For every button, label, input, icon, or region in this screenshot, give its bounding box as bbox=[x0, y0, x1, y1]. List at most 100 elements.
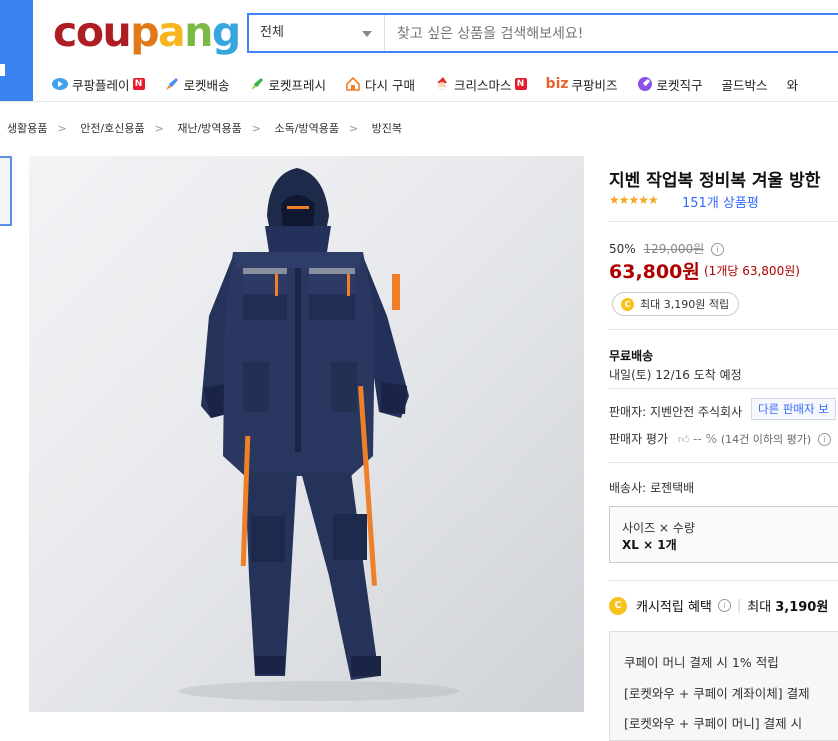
cash-benefit-row: C 캐시적립 혜택 i | 최대 3,190원 bbox=[609, 596, 828, 615]
star-rating: ★★★★★ bbox=[609, 193, 659, 207]
nav-label: 쿠팡비즈 bbox=[571, 77, 618, 93]
divider-bar: | bbox=[736, 598, 742, 613]
divider bbox=[609, 329, 838, 330]
nav-item-rocket-delivery[interactable]: 로켓배송 bbox=[164, 75, 230, 94]
nav-item-coupang-biz[interactable]: biz 쿠팡비즈 bbox=[546, 75, 618, 94]
logo-letter: p bbox=[130, 8, 159, 56]
seller-rating-row: 판매자 평가 👍︎ -- % (14건 이하의 평가) i bbox=[609, 430, 832, 447]
cash-benefit-label: 캐시적립 혜택 bbox=[636, 600, 712, 615]
unit-price: (1개당 63,800원) bbox=[704, 264, 800, 278]
menu-marker bbox=[0, 64, 5, 76]
other-sellers-button[interactable]: 다른 판매자 보 bbox=[751, 398, 836, 420]
nav-item-rocket-global[interactable]: 로켓직구 bbox=[637, 75, 703, 94]
nav-label: 쿠팡플레이 bbox=[72, 77, 130, 93]
santa-icon bbox=[437, 77, 448, 90]
coupang-logo[interactable]: coupang bbox=[53, 8, 241, 56]
carrier-row: 배송사: 로젠택배 bbox=[609, 479, 694, 496]
biz-icon: biz bbox=[545, 76, 569, 92]
search-category-label: 전체 bbox=[260, 25, 284, 40]
option-value: XL × 1개 bbox=[622, 538, 677, 552]
nav-label: 로켓프레시 bbox=[268, 77, 327, 93]
breadcrumb-item[interactable]: 안전/호신용품 bbox=[80, 122, 144, 135]
rocket-global-icon bbox=[637, 77, 652, 91]
carrier-label: 배송사: bbox=[609, 481, 647, 495]
nav-item-goldbox[interactable]: 골드박스 bbox=[722, 75, 768, 94]
info-icon[interactable]: i bbox=[711, 243, 724, 256]
nav-label: 로켓직구 bbox=[656, 77, 703, 93]
benefit-item: [로켓와우 + 쿠페이 머니] 결제 시 bbox=[624, 716, 803, 731]
nav-item-more[interactable]: 와 bbox=[787, 75, 799, 94]
discount-row: 50% 129,000원 i bbox=[609, 240, 724, 257]
coin-icon: C bbox=[609, 596, 627, 615]
nav-item-coupang-play[interactable]: 쿠팡플레이 N bbox=[52, 75, 145, 94]
nav-label: 다시 구매 bbox=[365, 77, 416, 93]
breadcrumb-item[interactable]: 방진복 bbox=[372, 122, 402, 135]
option-selector[interactable]: 사이즈 × 수량 XL × 1개 bbox=[609, 506, 838, 563]
nav-item-rocket-fresh[interactable]: 로켓프레시 bbox=[249, 75, 327, 94]
product-title: 지벤 작업복 정비복 겨울 방한 bbox=[609, 171, 821, 191]
breadcrumb-item[interactable]: 재난/방역용품 bbox=[177, 122, 241, 135]
nav-label: 와 bbox=[786, 77, 799, 93]
cash-reward-text: 최대 3,190원 적립 bbox=[640, 298, 730, 311]
seller-name[interactable]: 지벤안전 주식회사 bbox=[650, 405, 742, 419]
breadcrumb-separator: > bbox=[154, 122, 164, 135]
left-sidebar-strip[interactable] bbox=[0, 0, 33, 101]
new-badge: N bbox=[514, 78, 527, 90]
sale-price: 63,800원 bbox=[609, 261, 700, 283]
nav-label: 골드박스 bbox=[721, 77, 768, 93]
search-category-select[interactable]: 전체 bbox=[249, 15, 385, 51]
logo-letter: g bbox=[211, 8, 241, 56]
benefit-item: 쿠페이 머니 결제 시 1% 적립 bbox=[624, 655, 779, 670]
seller-rating-value: -- % bbox=[693, 432, 718, 446]
rocket-fresh-icon bbox=[250, 78, 263, 90]
breadcrumb-item[interactable]: 생활용품 bbox=[7, 122, 47, 135]
product-image[interactable] bbox=[29, 156, 584, 712]
product-thumbnail[interactable] bbox=[0, 156, 12, 226]
nav-label: 로켓배송 bbox=[183, 77, 230, 93]
rocket-icon bbox=[165, 78, 178, 90]
logo-letter: n bbox=[184, 8, 213, 56]
seller-rating-label: 판매자 평가 bbox=[609, 432, 669, 446]
cash-reward-badge: C 최대 3,190원 적립 bbox=[612, 292, 740, 316]
nav-item-rebuy[interactable]: 다시 구매 bbox=[345, 75, 415, 94]
divider bbox=[609, 221, 838, 222]
cash-benefit-value: 3,190원 bbox=[775, 600, 829, 615]
rebuy-icon bbox=[346, 76, 360, 91]
divider bbox=[609, 580, 838, 581]
search-input[interactable] bbox=[395, 15, 838, 53]
breadcrumb-separator: > bbox=[348, 122, 359, 135]
new-badge: N bbox=[132, 78, 145, 90]
arrival-date: 내일(토) 12/16 도착 예정 bbox=[609, 368, 742, 382]
breadcrumb-separator: > bbox=[57, 122, 67, 135]
thumbs-up-icon: 👍︎ bbox=[677, 433, 690, 446]
info-icon[interactable]: i bbox=[818, 433, 832, 446]
category-nav: 쿠팡플레이 N 로켓배송 로켓프레시 다시 구매 크리스마스 N biz 쿠팡비… bbox=[52, 72, 817, 96]
coverall-illustration bbox=[179, 168, 459, 701]
seller-rating-note: (14건 이하의 평가) bbox=[720, 433, 812, 446]
chevron-down-icon bbox=[362, 31, 372, 37]
shipping-label: 무료배송 bbox=[609, 349, 654, 363]
coupang-play-icon bbox=[52, 78, 68, 90]
logo-letter: a bbox=[158, 8, 186, 56]
seller-label: 판매자: bbox=[609, 405, 647, 419]
header-divider bbox=[0, 101, 838, 102]
carrier-name: 로젠택배 bbox=[650, 481, 695, 495]
benefit-list: 쿠페이 머니 결제 시 1% 적립 [로켓와우 + 쿠페이 계좌이체] 결제 [… bbox=[609, 631, 838, 741]
original-price: 129,000원 bbox=[643, 242, 705, 256]
benefit-item: [로켓와우 + 쿠페이 계좌이체] 결제 bbox=[624, 686, 810, 701]
cash-benefit-prefix: 최대 bbox=[747, 600, 772, 615]
breadcrumb-separator: > bbox=[251, 122, 262, 135]
seller-row: 판매자: 지벤안전 주식회사 bbox=[609, 403, 742, 420]
review-count-link[interactable]: 151개 상품평 bbox=[682, 192, 759, 211]
logo-letter: c bbox=[53, 8, 77, 56]
nav-item-christmas[interactable]: 크리스마스 N bbox=[434, 75, 527, 94]
coin-icon: C bbox=[621, 297, 634, 311]
info-icon[interactable]: i bbox=[717, 599, 731, 612]
divider bbox=[609, 462, 838, 463]
logo-letter: o bbox=[75, 8, 104, 56]
nav-label: 크리스마스 bbox=[454, 77, 512, 93]
discount-rate: 50% bbox=[609, 242, 636, 256]
logo-letter: u bbox=[102, 8, 131, 56]
breadcrumb-item[interactable]: 소독/방역용품 bbox=[275, 122, 339, 135]
divider bbox=[609, 388, 838, 389]
